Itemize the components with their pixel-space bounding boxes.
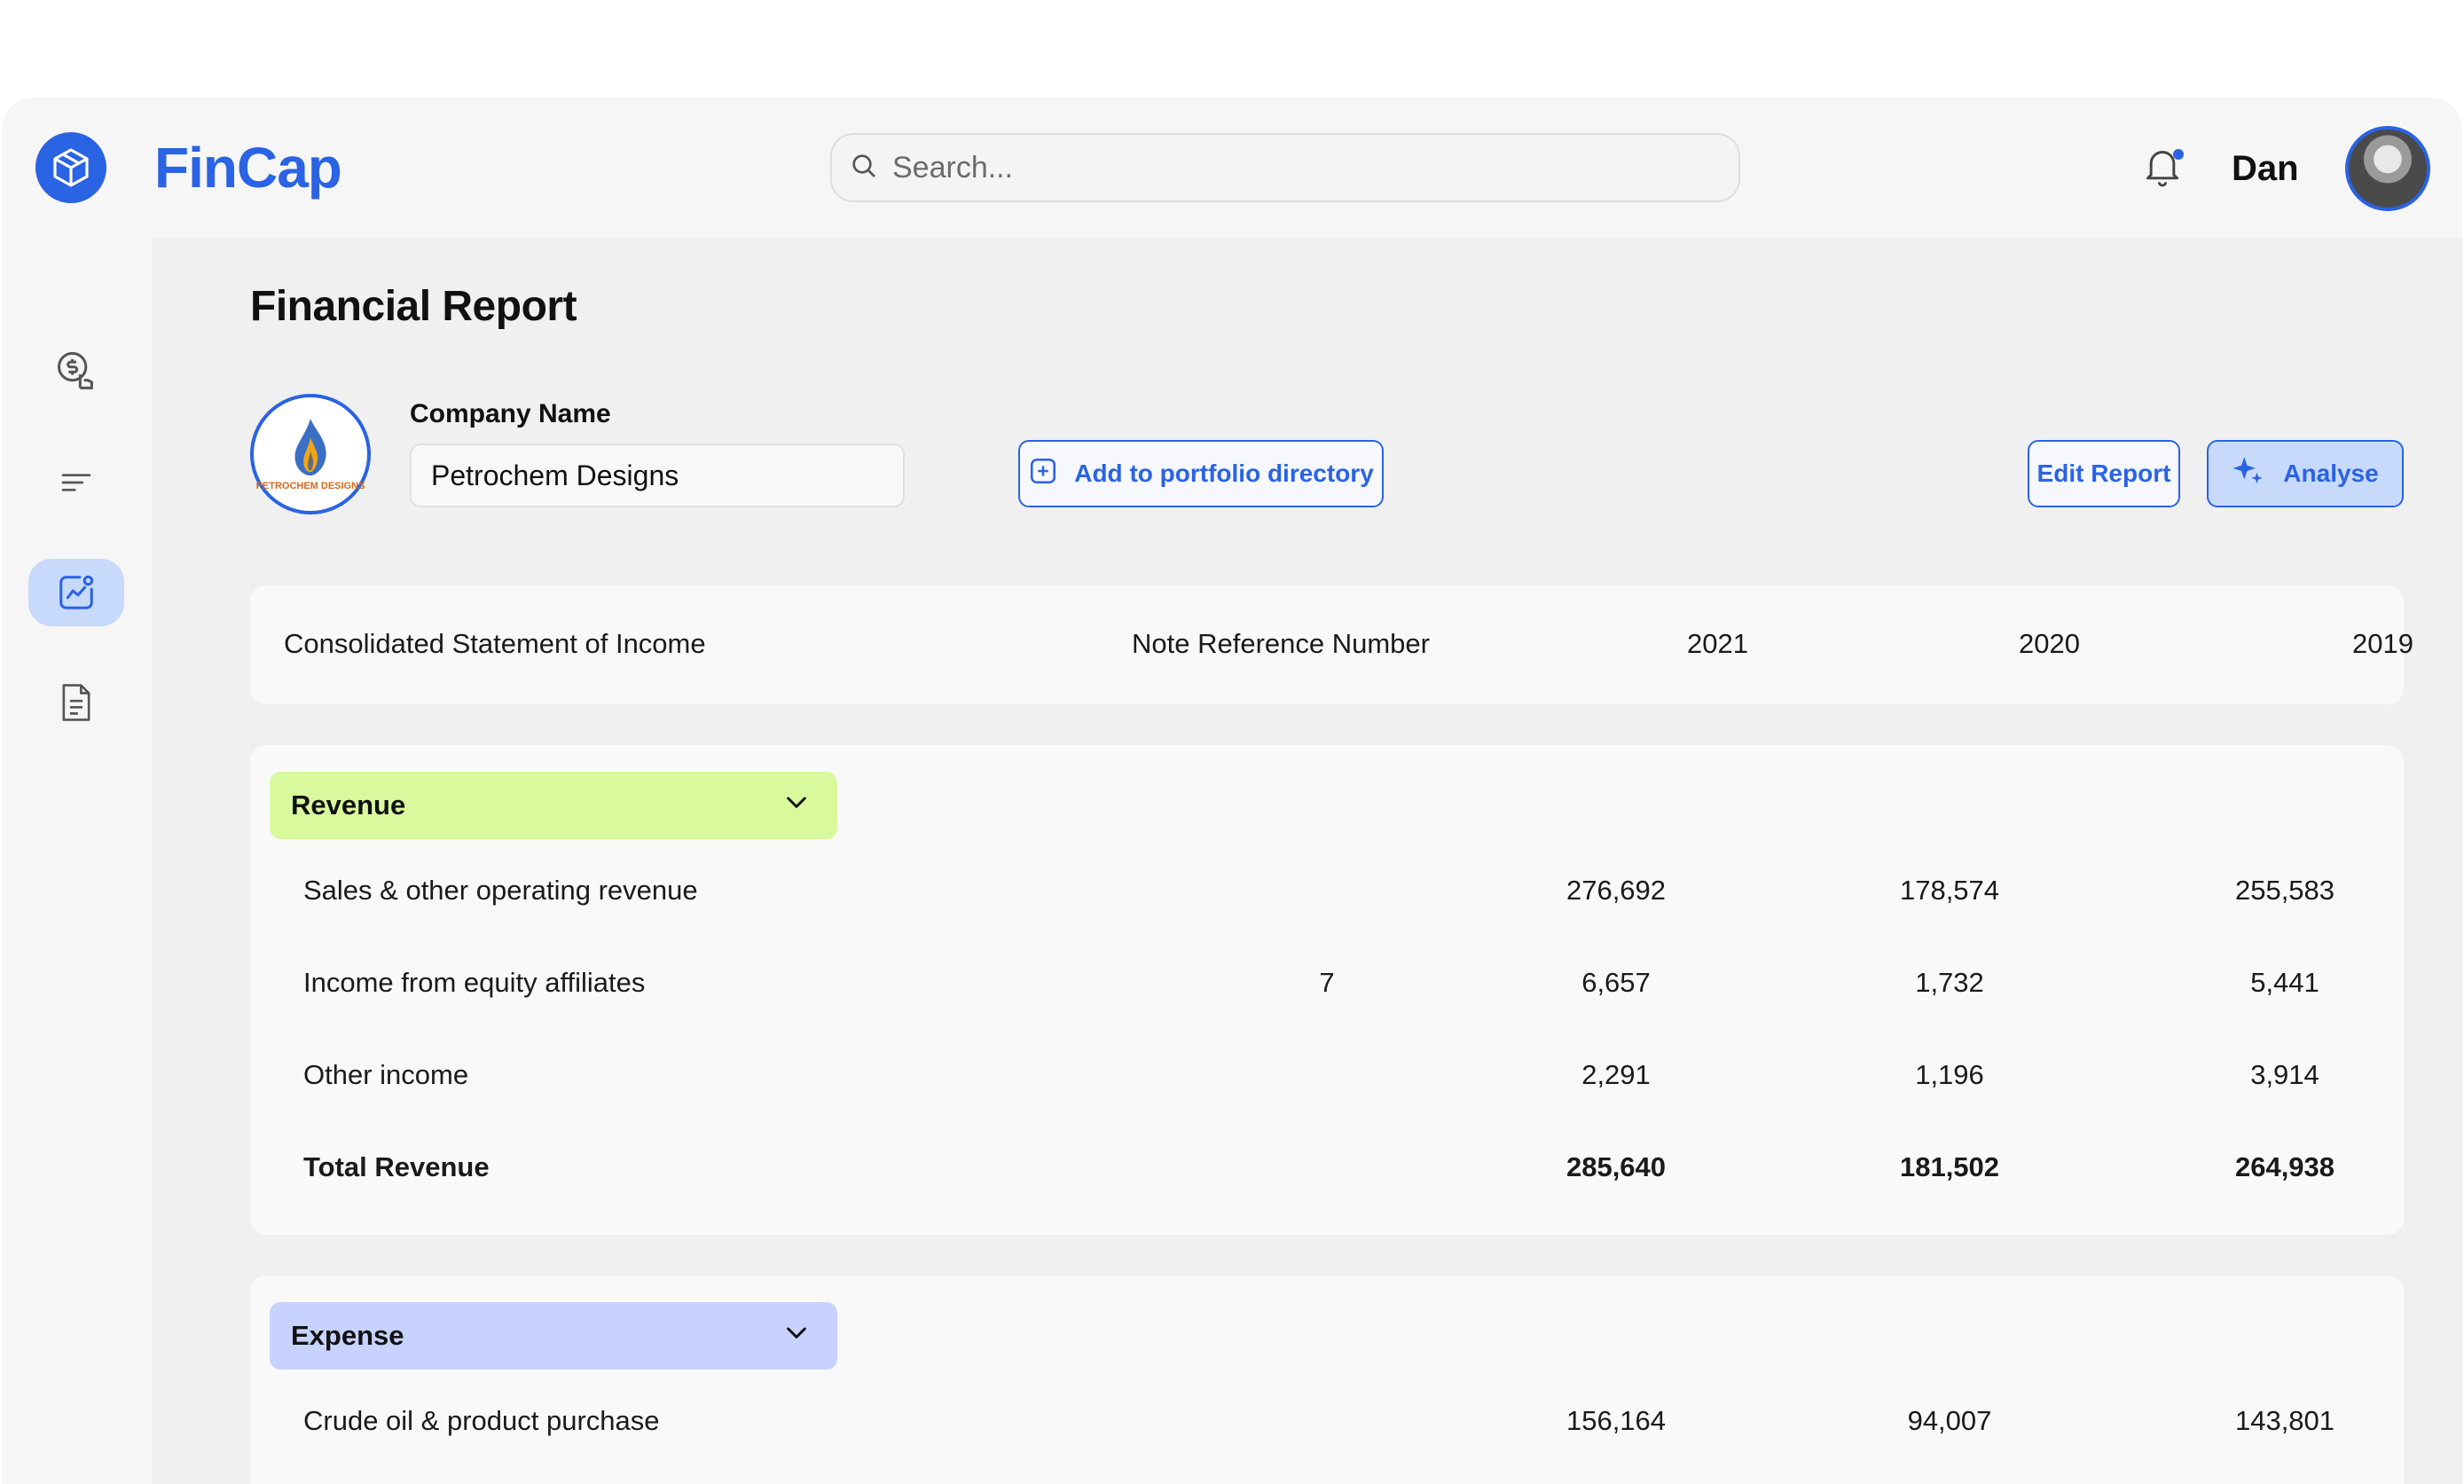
- company-logo-text: PETROCHEM DESIGNS: [255, 481, 365, 491]
- year-header-2021: 2021: [1687, 628, 1748, 659]
- analyse-label: Analyse: [2283, 459, 2379, 487]
- expense-section: Expense Crude oil & product purchase 156…: [250, 1276, 2404, 1484]
- notification-dot: [2173, 149, 2184, 160]
- row-label: Total Revenue: [303, 1151, 490, 1182]
- expense-toggle[interactable]: Expense: [270, 1302, 837, 1370]
- search-icon: [850, 152, 878, 185]
- analyse-button[interactable]: Analyse: [2207, 440, 2404, 507]
- document-icon[interactable]: [28, 669, 124, 736]
- search-input[interactable]: [892, 150, 1691, 185]
- value-2020: 1,196: [1915, 1059, 1984, 1090]
- row-label: Income from equity affiliates: [303, 967, 646, 998]
- list-filter-icon[interactable]: [28, 449, 124, 516]
- sparkles-icon: [2232, 454, 2265, 494]
- value-2019: 143,801: [2234, 1405, 2335, 1436]
- value-2019: 264,938: [2234, 1151, 2335, 1182]
- row-label: Sales & other operating revenue: [303, 875, 698, 906]
- app-name: FinCap: [154, 136, 342, 200]
- statement-header: Consolidated Statement of Income Note Re…: [250, 585, 2413, 704]
- row-label: Other income: [303, 1059, 469, 1090]
- edit-report-button[interactable]: Edit Report: [2028, 440, 2180, 507]
- search-bar[interactable]: [830, 133, 1740, 202]
- add-to-portfolio-button[interactable]: Add to portfolio directory: [1018, 440, 1384, 507]
- page-title: Financial Report: [250, 283, 577, 330]
- row-note: 7: [1319, 967, 1335, 998]
- revenue-toggle[interactable]: Revenue: [270, 772, 837, 839]
- finance-touch-icon[interactable]: [28, 339, 124, 406]
- expense-title: Expense: [291, 1320, 404, 1351]
- value-2020: 94,007: [1907, 1405, 1992, 1436]
- value-2019: 5,441: [2250, 967, 2319, 998]
- main-content: Financial Report PETROCHEM DESIGNS Compa…: [153, 238, 2462, 1484]
- value-2021: 276,692: [1566, 875, 1667, 906]
- total-row: Total Revenue 285,640 181,502 264,938: [250, 1144, 2404, 1189]
- year-header-2020: 2020: [2019, 628, 2080, 659]
- app-window: FinCap Dan: [2, 98, 2462, 1484]
- table-row: Crude oil & product purchase 156,164 94,…: [250, 1398, 2404, 1442]
- avatar[interactable]: [2345, 126, 2430, 211]
- value-2020: 181,502: [1899, 1151, 2000, 1182]
- add-to-portfolio-label: Add to portfolio directory: [1074, 459, 1374, 487]
- row-label: Crude oil & product purchase: [303, 1405, 660, 1436]
- value-2020: 1,732: [1915, 967, 1984, 998]
- value-2019: 255,583: [2234, 875, 2335, 906]
- chart-analytics-icon[interactable]: [28, 559, 124, 626]
- table-row: Other income 2,291 1,196 3,914: [250, 1052, 2404, 1096]
- value-2021: 156,164: [1566, 1405, 1667, 1436]
- table-row: Sales & other operating revenue 276,692 …: [250, 868, 2404, 912]
- plus-square-icon: [1028, 456, 1058, 492]
- value-2019: 3,914: [2250, 1059, 2319, 1090]
- year-header-2019: 2019: [2352, 628, 2413, 659]
- revenue-section: Revenue Sales & other operating revenue …: [250, 745, 2404, 1235]
- company-logo: PETROCHEM DESIGNS: [250, 394, 371, 514]
- revenue-title: Revenue: [291, 789, 406, 821]
- table-row: Income from equity affiliates 7 6,657 1,…: [250, 960, 2404, 1004]
- company-name-label: Company Name: [410, 399, 611, 428]
- note-reference-header: Note Reference Number: [1132, 628, 1430, 659]
- bell-icon[interactable]: [2143, 144, 2189, 193]
- value-2021: 2,291: [1581, 1059, 1651, 1090]
- flame-icon: [294, 418, 326, 476]
- chevron-down-icon: [782, 788, 811, 823]
- chevron-down-icon: [782, 1318, 811, 1354]
- company-name-field[interactable]: [410, 444, 905, 507]
- value-2021: 6,657: [1581, 967, 1651, 998]
- statement-title: Consolidated Statement of Income: [284, 628, 706, 659]
- user-name[interactable]: Dan: [2232, 147, 2299, 190]
- value-2021: 285,640: [1566, 1151, 1667, 1182]
- value-2020: 178,574: [1899, 875, 2000, 906]
- cube-icon[interactable]: [35, 132, 106, 203]
